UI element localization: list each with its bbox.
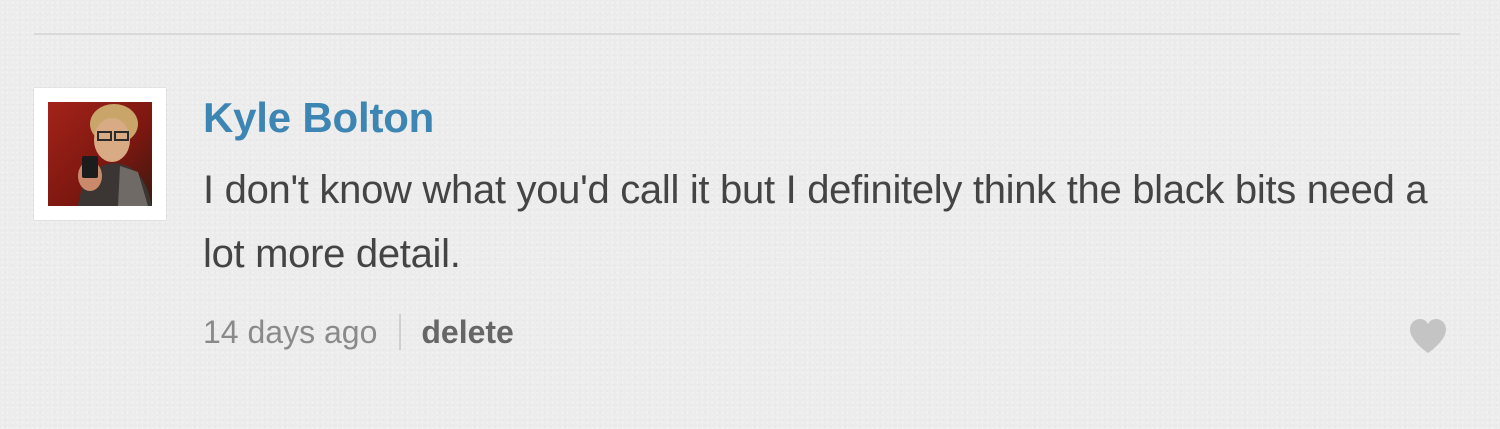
comment-timestamp: 14 days ago (203, 313, 378, 350)
avatar-photo (48, 102, 152, 206)
comment-body: I don't know what you'd call it but I de… (203, 168, 1428, 276)
delete-button[interactable]: delete (421, 314, 513, 351)
comment-item: Kyle Bolton I don't know what you'd call… (34, 88, 1460, 368)
avatar[interactable] (34, 88, 166, 220)
comment-meta: 14 days ago delete (203, 312, 514, 352)
meta-separator (399, 314, 402, 350)
heart-icon (1410, 319, 1446, 353)
top-divider (34, 33, 1460, 35)
comment-author-link[interactable]: Kyle Bolton (203, 94, 434, 142)
like-button[interactable] (1408, 318, 1448, 354)
